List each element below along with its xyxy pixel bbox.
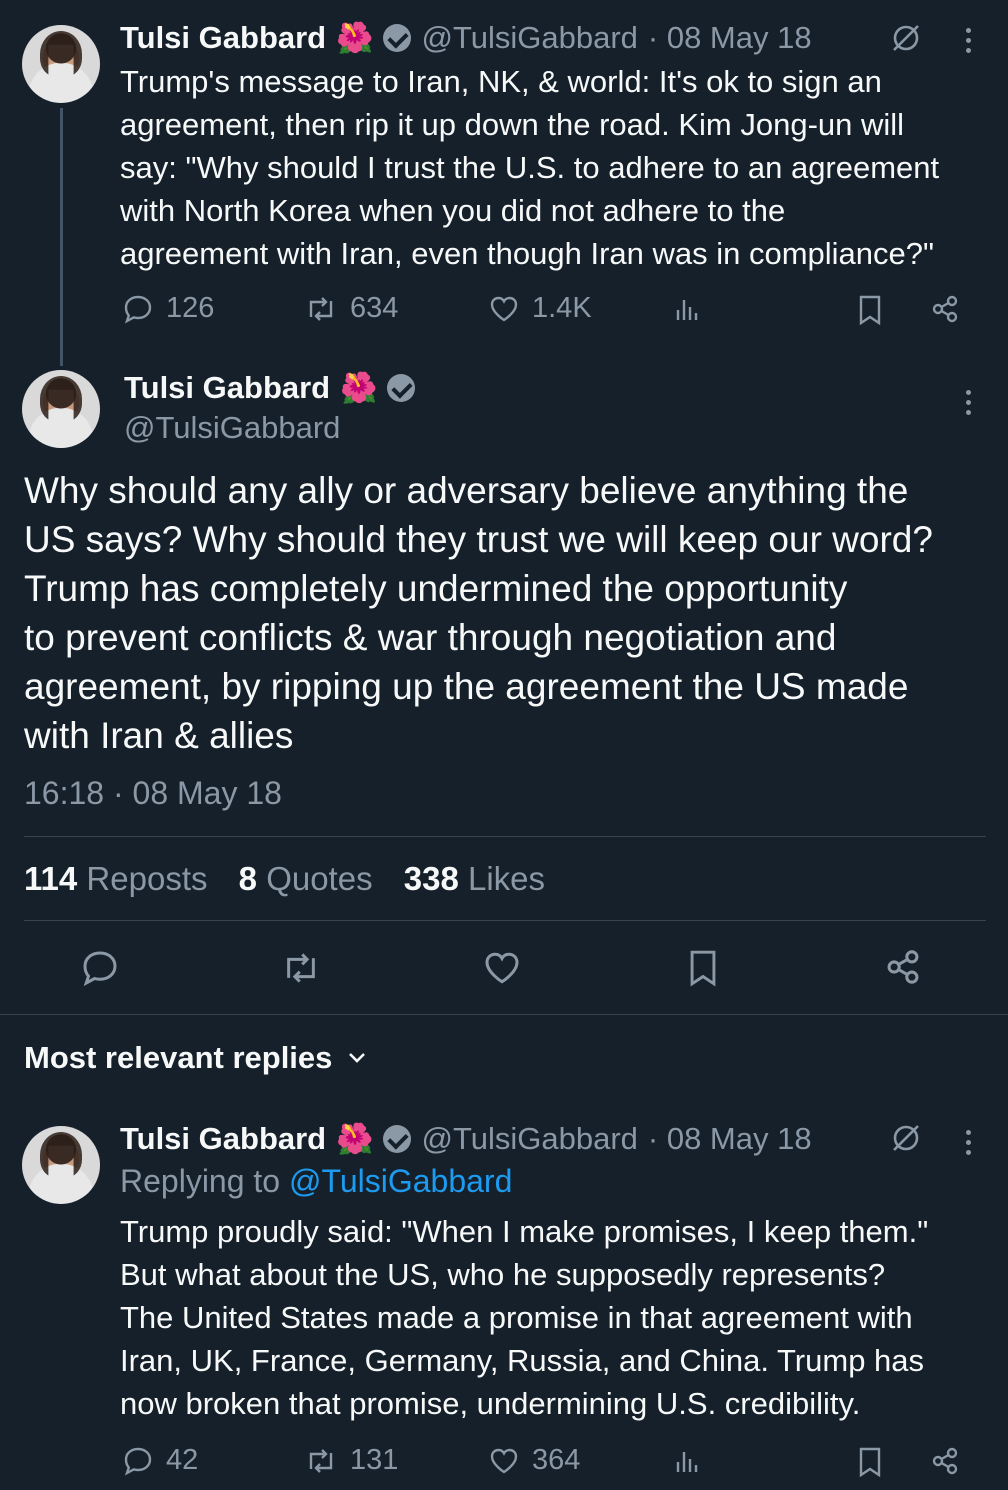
repost-button[interactable] [280, 948, 322, 993]
reply-icon [83, 951, 117, 987]
tweet-text: Trump's message to Iran, NK, & world: It… [120, 64, 940, 271]
author-handle[interactable]: @TulsiGabbard [124, 410, 340, 446]
verified-badge-icon [387, 374, 416, 402]
share-button[interactable] [930, 1446, 960, 1476]
tweet-text: Why should any ally or adversary believe… [24, 470, 933, 756]
share-icon [932, 1447, 958, 1475]
hibiscus-emoji: 🌺 [336, 21, 374, 55]
replying-to: Replying to @TulsiGabbard [120, 1163, 513, 1199]
author-name[interactable]: Tulsi Gabbard [120, 1121, 326, 1157]
more-icon[interactable] [966, 28, 972, 58]
avatar[interactable] [22, 25, 100, 103]
like-button[interactable] [482, 948, 522, 993]
reply-button[interactable] [80, 948, 120, 993]
share-button[interactable] [930, 294, 960, 324]
repost-icon [309, 296, 333, 321]
views-button[interactable] [672, 1446, 702, 1476]
more-icon[interactable] [966, 1130, 972, 1160]
bookmark-icon [690, 950, 716, 987]
like-button[interactable]: 364 [488, 1444, 580, 1477]
heart-icon [490, 296, 518, 321]
reposts-label[interactable]: Reposts [86, 860, 207, 897]
chevron-down-icon [349, 1053, 366, 1063]
reply-count: 126 [166, 292, 215, 324]
reply-icon [124, 295, 152, 323]
author-name[interactable]: Tulsi Gabbard [120, 20, 326, 56]
reposts-count[interactable]: 114 [24, 860, 77, 897]
heart-icon [490, 1448, 518, 1473]
reply-button[interactable]: 42 [122, 1444, 198, 1477]
quotes-count[interactable]: 8 [239, 860, 257, 897]
divider [0, 1014, 1008, 1015]
bookmark-button[interactable] [856, 294, 884, 326]
share-button[interactable] [884, 948, 922, 991]
tweet-text: Trump proudly said: "When I make promise… [120, 1214, 929, 1421]
repost-icon [309, 1448, 333, 1473]
divider [24, 836, 986, 837]
divider [24, 920, 986, 921]
views-icon [676, 300, 698, 320]
author-name[interactable]: Tulsi Gabbard [124, 370, 330, 406]
reply-icon [124, 1447, 152, 1475]
engagement-stats: 114 Reposts 8 Quotes 338 Likes [24, 860, 567, 898]
avatar[interactable] [22, 370, 100, 448]
repost-count: 634 [350, 292, 399, 324]
more-icon[interactable] [966, 390, 972, 420]
views-button[interactable] [672, 294, 702, 324]
like-count: 364 [532, 1444, 581, 1476]
bookmark-button[interactable] [686, 948, 720, 993]
author-handle[interactable]: @TulsiGabbard [421, 20, 637, 56]
like-button[interactable]: 1.4K [488, 292, 592, 325]
repost-button[interactable]: 634 [304, 292, 398, 325]
thread-connector-line [60, 108, 63, 366]
like-count: 1.4K [532, 292, 592, 324]
bookmark-icon [859, 295, 881, 326]
views-icon [676, 1452, 698, 1472]
share-icon [932, 295, 958, 323]
replies-sort-label: Most relevant replies [24, 1040, 333, 1075]
share-icon [887, 950, 919, 984]
repost-count: 131 [350, 1444, 399, 1476]
tweet-timestamp[interactable]: 16:18 · 08 May 18 [24, 775, 282, 812]
replies-sort-dropdown[interactable]: Most relevant replies [24, 1040, 368, 1076]
repost-icon [287, 953, 315, 983]
bookmark-button[interactable] [856, 1446, 884, 1478]
tweet-date[interactable]: · 08 May 18 [648, 1121, 812, 1157]
tweet-date[interactable]: · 08 May 18 [648, 20, 812, 56]
reply-count: 42 [166, 1444, 199, 1476]
bookmark-icon [859, 1447, 881, 1478]
grok-icon[interactable] [890, 1122, 922, 1159]
replying-to-link[interactable]: @TulsiGabbard [289, 1163, 512, 1199]
author-handle[interactable]: @TulsiGabbard [421, 1121, 637, 1157]
quotes-label[interactable]: Quotes [266, 860, 372, 897]
verified-badge-icon [383, 24, 412, 52]
likes-count[interactable]: 338 [404, 860, 459, 897]
avatar[interactable] [22, 1126, 100, 1204]
verified-badge-icon [383, 1125, 412, 1153]
hibiscus-emoji: 🌺 [340, 371, 378, 405]
grok-icon[interactable] [890, 22, 922, 59]
reply-button[interactable]: 126 [122, 292, 214, 325]
hibiscus-emoji: 🌺 [336, 1122, 374, 1156]
likes-label[interactable]: Likes [468, 860, 545, 897]
heart-icon [485, 952, 519, 984]
repost-button[interactable]: 131 [304, 1444, 398, 1477]
